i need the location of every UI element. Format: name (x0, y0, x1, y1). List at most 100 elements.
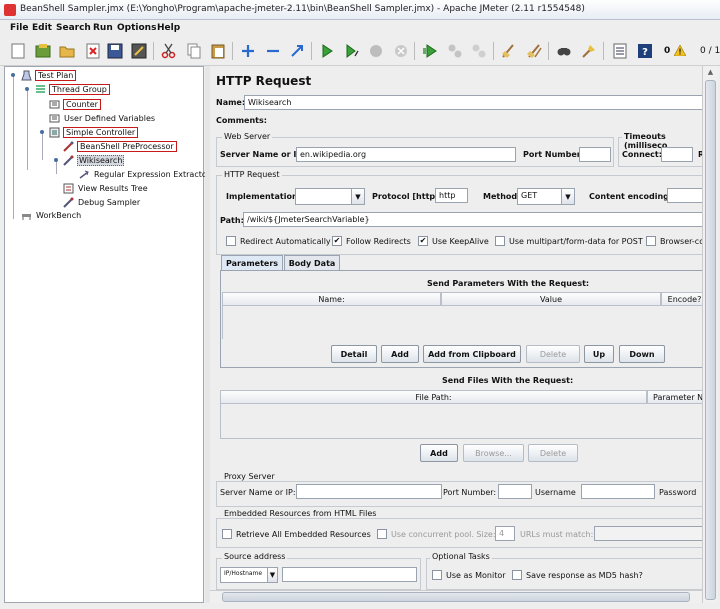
page-title: HTTP Request (216, 74, 312, 88)
urls-must-match-field[interactable] (594, 526, 702, 541)
implementation-select[interactable]: ▼ (295, 188, 365, 205)
proxy-port-field[interactable] (498, 484, 532, 499)
tree-node-counter[interactable]: Counter (49, 98, 101, 111)
expand-toggle[interactable] (40, 130, 44, 134)
server-name-field[interactable]: en.wikipedia.org (296, 147, 516, 162)
tree-node-user-defined-variables[interactable]: User Defined Variables (49, 112, 156, 125)
parameters-table[interactable] (222, 306, 702, 339)
tree-node-simple-controller[interactable]: Simple Controller (49, 126, 139, 139)
tab-body-data[interactable]: Body Data (284, 255, 340, 270)
redirect-automatically-checkbox[interactable]: Redirect Automatically (226, 236, 331, 246)
toggle-icon[interactable] (286, 40, 308, 62)
expand-toggle[interactable] (54, 158, 58, 162)
method-select[interactable]: GET ▼ (517, 188, 575, 205)
use-keepalive-checkbox[interactable]: ✔ Use KeepAlive (418, 236, 489, 246)
tree-node-debug-sampler[interactable]: Debug Sampler (63, 196, 141, 209)
pool-size-field[interactable]: 4 (495, 526, 515, 541)
scroll-up-icon[interactable]: ▲ (704, 68, 717, 78)
help-icon[interactable]: ? (634, 40, 656, 62)
collapse-all-icon[interactable] (262, 40, 284, 62)
save-icon[interactable] (104, 40, 126, 62)
comments-label: Comments: (216, 116, 267, 125)
menu-options[interactable]: Options (117, 23, 156, 33)
menu-run[interactable]: Run (93, 23, 113, 33)
concurrent-pool-checkbox[interactable]: Use concurrent pool. Size: (377, 529, 496, 539)
port-number-field[interactable] (579, 147, 611, 162)
delete-parameter-button[interactable]: Delete (526, 345, 580, 363)
tree-node-view-results-tree[interactable]: View Results Tree (63, 182, 149, 195)
vertical-scroll-thumb[interactable] (705, 80, 716, 600)
clear-all-icon[interactable] (523, 40, 545, 62)
content-encoding-field[interactable] (667, 188, 702, 203)
menu-search[interactable]: Search (56, 23, 91, 33)
server-name-label: Server Name or IP: (220, 150, 306, 159)
test-plan-tree[interactable]: Test Plan Thread Group Counter User Defi… (4, 66, 210, 603)
tree-node-test-plan[interactable]: Test Plan (21, 69, 77, 82)
menu-help[interactable]: Help (157, 23, 180, 33)
copy-icon[interactable] (183, 40, 205, 62)
menu-file[interactable]: File (10, 23, 28, 33)
add-parameter-button[interactable]: Add (381, 345, 419, 363)
use-as-monitor-checkbox[interactable]: Use as Monitor (432, 570, 506, 580)
add-file-button[interactable]: Add (420, 444, 458, 462)
path-field[interactable]: /wiki/${JmeterSearchVariable} (243, 212, 702, 227)
open-icon[interactable] (56, 40, 78, 62)
name-field[interactable]: Wikisearch (244, 95, 702, 110)
menu-edit[interactable]: Edit (32, 23, 52, 33)
vertical-scrollbar[interactable]: ▲ (702, 66, 718, 603)
username-field[interactable] (581, 484, 655, 499)
source-type-select[interactable]: IP/Hostname ▼ (220, 567, 278, 583)
browser-compatible-checkbox[interactable]: Browser-co (646, 236, 702, 246)
column-header-encode[interactable]: Encode? (661, 292, 702, 306)
source-address-field[interactable] (282, 567, 417, 582)
reset-search-icon[interactable] (578, 40, 600, 62)
column-header-file-path[interactable]: File Path: (220, 390, 647, 404)
delete-file-button[interactable]: Delete (528, 444, 578, 462)
down-button[interactable]: Down (619, 345, 665, 363)
md5-hash-checkbox[interactable]: Save response as MD5 hash? (512, 570, 643, 580)
multipart-post-checkbox[interactable]: Use multipart/form-data for POST (495, 236, 643, 246)
close-icon[interactable] (82, 40, 104, 62)
tree-node-beanshell-preprocessor[interactable]: BeanShell PreProcessor (63, 140, 177, 153)
follow-redirects-checkbox[interactable]: ✔ Follow Redirects (332, 236, 411, 246)
warning-icon[interactable] (673, 44, 687, 57)
remote-start-icon[interactable] (419, 40, 441, 62)
horizontal-scrollbar[interactable] (210, 590, 702, 603)
detail-button[interactable]: Detail (331, 345, 377, 363)
tree-node-wikisearch[interactable]: Wikisearch (63, 154, 125, 167)
retrieve-embedded-checkbox[interactable]: Retrieve All Embedded Resources (222, 529, 371, 539)
expand-toggle[interactable] (25, 87, 29, 91)
paste-icon[interactable] (207, 40, 229, 62)
shutdown-icon[interactable] (390, 40, 412, 62)
expand-toggle[interactable] (11, 73, 15, 77)
tree-node-regex-extractor[interactable]: Regular Expression Extractor (79, 168, 211, 181)
tab-parameters[interactable]: Parameters (221, 255, 283, 270)
cut-icon[interactable] (158, 40, 180, 62)
up-button[interactable]: Up (584, 345, 614, 363)
column-header-name[interactable]: Name: (222, 292, 441, 306)
horizontal-scroll-thumb[interactable] (222, 592, 690, 602)
expand-all-icon[interactable] (237, 40, 259, 62)
stop-icon[interactable] (365, 40, 387, 62)
remote-stop-icon[interactable] (444, 40, 466, 62)
browse-button[interactable]: Browse... (463, 444, 524, 462)
start-icon[interactable] (316, 40, 338, 62)
save-as-icon[interactable] (128, 40, 150, 62)
column-header-parameter-name[interactable]: Parameter N (647, 390, 702, 404)
tree-node-thread-group[interactable]: Thread Group (35, 83, 110, 96)
connect-timeout-field[interactable] (661, 147, 693, 162)
column-header-value[interactable]: Value (441, 292, 661, 306)
function-helper-icon[interactable] (609, 40, 631, 62)
protocol-field[interactable]: http (435, 188, 468, 203)
templates-icon[interactable] (32, 40, 54, 62)
start-no-pauses-icon[interactable] (341, 40, 363, 62)
add-from-clipboard-button[interactable]: Add from Clipboard (423, 345, 521, 363)
tree-node-workbench[interactable]: WorkBench (21, 209, 82, 222)
variables-icon (49, 113, 60, 124)
remote-shutdown-icon[interactable] (468, 40, 490, 62)
proxy-server-field[interactable] (296, 484, 442, 499)
search-icon[interactable] (553, 40, 575, 62)
files-table[interactable] (220, 404, 702, 439)
clear-icon[interactable] (498, 40, 520, 62)
new-icon[interactable] (7, 40, 29, 62)
